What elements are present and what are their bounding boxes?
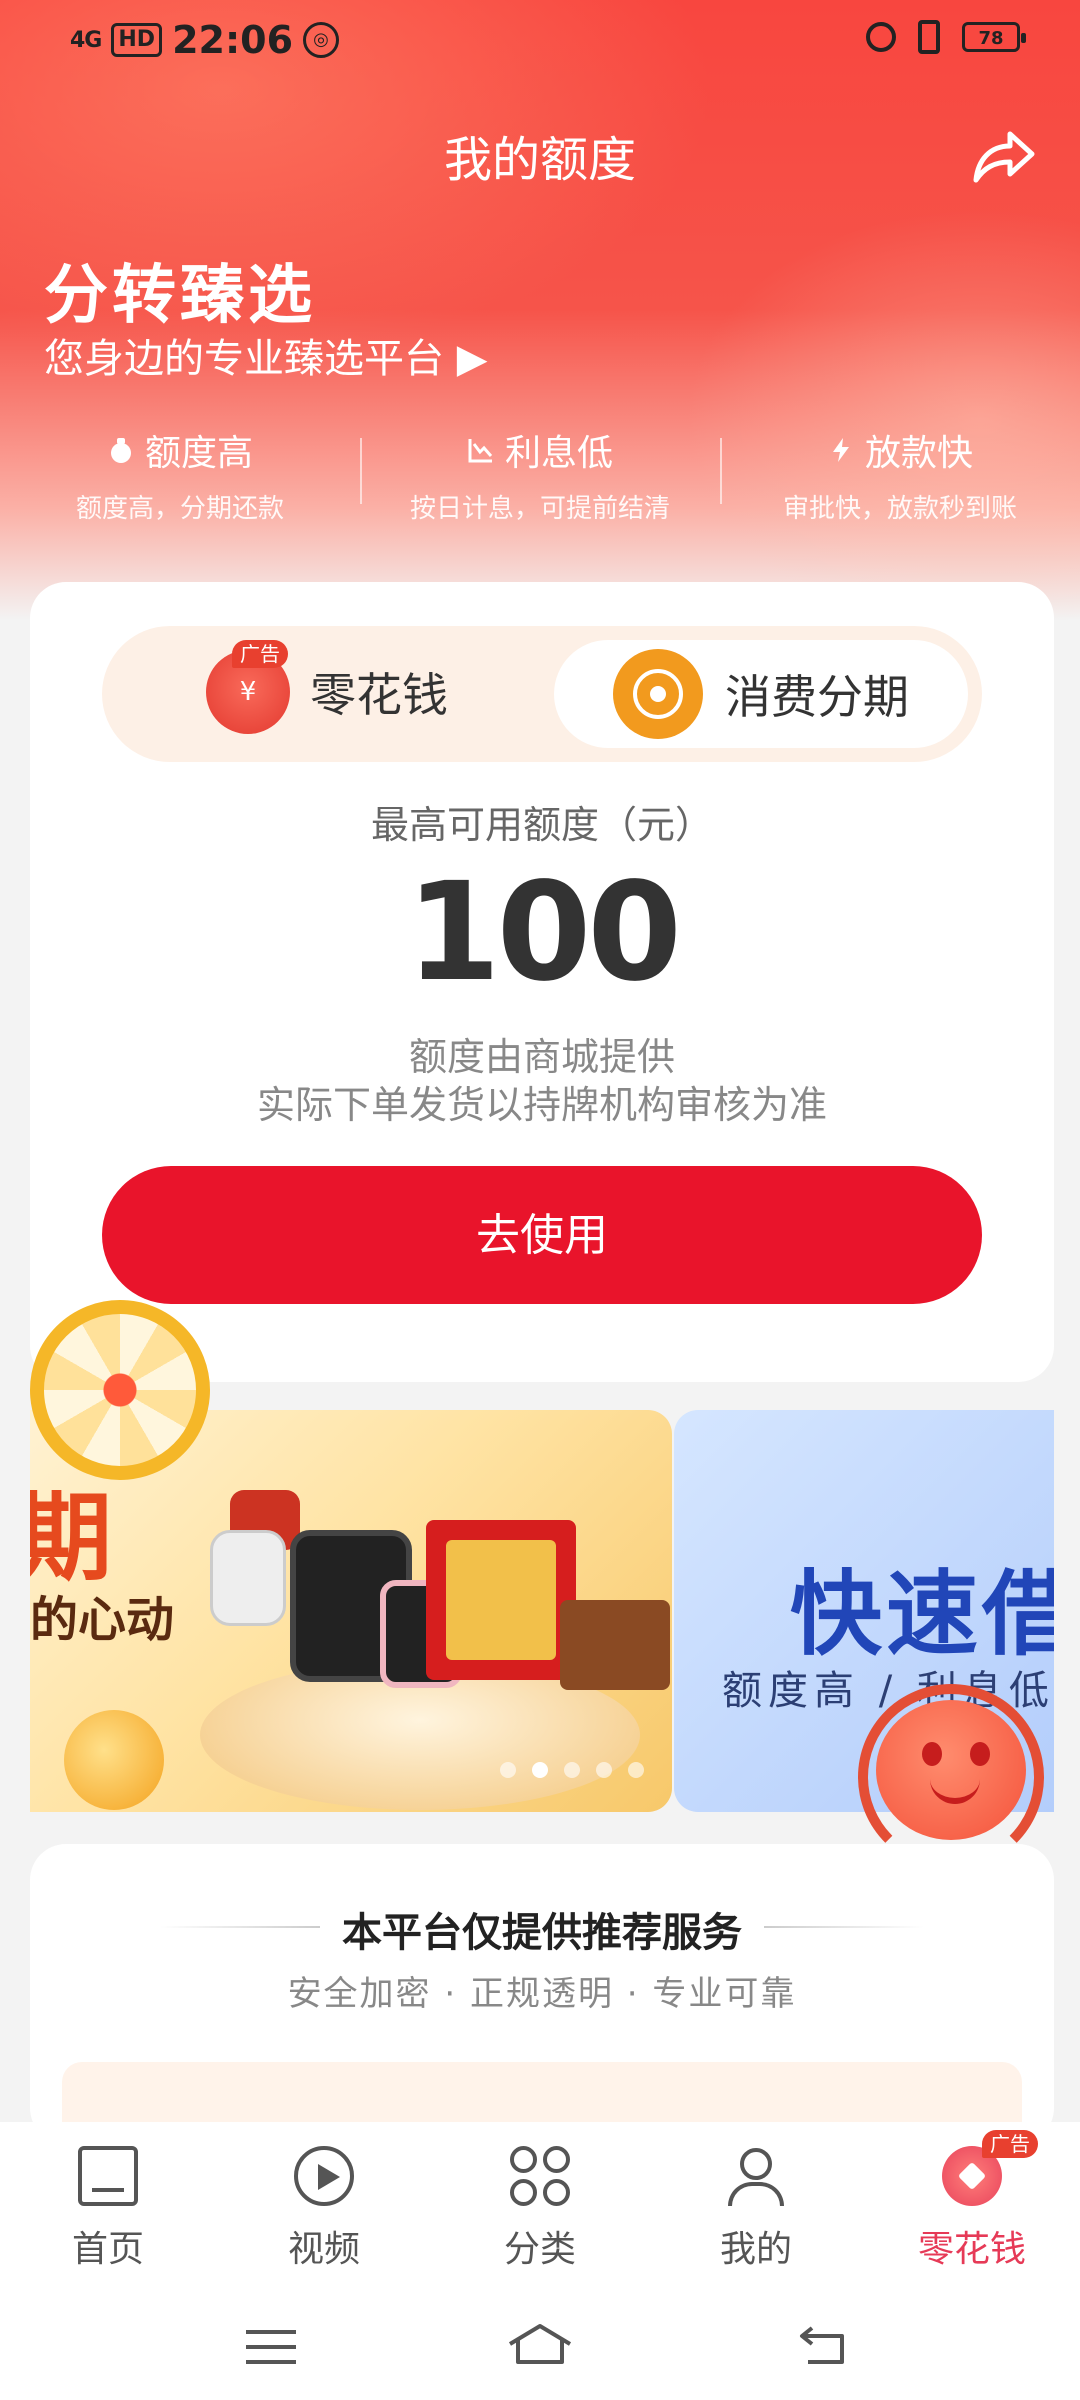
carousel-dot[interactable] (564, 1762, 580, 1778)
limit-disclaimer: 实际下单发货以持牌机构审核为准 (256, 1083, 827, 1127)
nav-me[interactable]: 我的 (648, 2122, 864, 2292)
earbuds-product-icon (210, 1530, 286, 1626)
carousel-dot[interactable] (596, 1762, 612, 1778)
customer-service-mascot-icon[interactable] (852, 1672, 1052, 1872)
tab-installment[interactable]: 消费分期 (554, 640, 968, 748)
carousel-dot[interactable] (628, 1762, 644, 1778)
limit-label: 最高可用额度（元） (370, 803, 713, 847)
ad-badge: 广告 (982, 2130, 1038, 2158)
tab-pocket-money[interactable]: ¥ 广告 零花钱 (206, 640, 448, 734)
nav-home[interactable]: 首页 (0, 2122, 216, 2292)
carousel-dot-active[interactable] (532, 1762, 548, 1778)
coin-icon (64, 1710, 164, 1810)
share-icon[interactable] (972, 128, 1036, 184)
ad-badge: 广告 (232, 640, 288, 668)
limit-value: 100 (406, 854, 682, 1012)
banner-text: 的心动 (30, 1592, 175, 1648)
status-time: 22:06 (172, 18, 294, 62)
banner-headline: 期 (30, 1482, 112, 1594)
category-grid-icon (510, 2146, 570, 2206)
prize-wheel-icon[interactable] (30, 1300, 210, 1480)
nav-video[interactable]: 视频 (216, 2122, 432, 2292)
home-outline-icon[interactable] (506, 2322, 574, 2366)
video-play-icon (294, 2146, 354, 2206)
nav-pocket-money[interactable]: 广告 零花钱 (864, 2122, 1080, 2292)
menu-icon[interactable] (246, 2330, 296, 2364)
nav-label: 零花钱 (917, 2229, 1026, 2270)
feature-desc: 额度高，分期还款 (75, 494, 284, 524)
bottom-nav: 首页 视频 分类 我的 广告 零花钱 (0, 2122, 1080, 2292)
vibrate-icon (918, 20, 940, 54)
carousel-dot[interactable] (500, 1762, 516, 1778)
gift-box-icon (560, 1600, 670, 1690)
nav-label: 首页 (71, 2229, 144, 2270)
feature-title: 放款快 (864, 433, 973, 474)
credit-limit-card: ¥ 广告 零花钱 消费分期 最高可用额度（元） 100 额度由商城提供 实际下单… (30, 582, 1054, 1382)
nav-label: 视频 (287, 2229, 360, 2270)
product-toggle: ¥ 广告 零花钱 消费分期 (102, 626, 982, 762)
status-bar: 4G HD 22:06 ◎ 78 (0, 0, 1080, 80)
target-icon (613, 649, 703, 739)
battery-indicator: 78 (962, 22, 1026, 52)
hd-indicator: HD (111, 23, 163, 57)
feature-low-interest: 利息低 按日计息，可提前结清 (360, 424, 720, 524)
gold-gift-box-icon (426, 1520, 576, 1680)
system-nav-bar (0, 2292, 1080, 2400)
feature-title: 额度高 (144, 433, 253, 474)
tab-label: 消费分期 (725, 670, 909, 724)
nav-label: 分类 (503, 2229, 576, 2270)
feature-high-limit: 额度高 额度高，分期还款 (0, 424, 360, 524)
home-icon (78, 2146, 138, 2206)
nav-label: 我的 (719, 2229, 792, 2270)
feature-title: 利息低 (504, 433, 613, 474)
moneybag-icon (110, 438, 131, 463)
banner-headline: 快速借 (790, 1561, 1054, 1668)
signal-indicator: 4G (70, 27, 102, 53)
pocket-money-logo-icon: ¥ 广告 (206, 640, 290, 734)
back-icon[interactable] (798, 2322, 848, 2368)
feature-desc: 审批快，放款秒到账 (782, 494, 1017, 524)
limit-note: 额度由商城提供 (408, 1035, 675, 1079)
lightning-icon (832, 438, 849, 462)
tab-label: 零花钱 (310, 668, 448, 722)
recommendation-title: 本平台仅提供推荐服务 (342, 1910, 742, 1956)
user-icon (726, 2146, 786, 2206)
notification-icon: ◎ (303, 22, 340, 58)
nav-category[interactable]: 分类 (432, 2122, 648, 2292)
recommendation-card: 本平台仅提供推荐服务 安全加密 · 正规透明 · 专业可靠 (30, 1844, 1054, 2162)
feature-desc: 按日计息，可提前结清 (409, 494, 670, 524)
carousel-dots (500, 1762, 644, 1778)
use-button[interactable]: 去使用 (102, 1166, 982, 1304)
feature-row: 额度高 额度高，分期还款 利息低 按日计息，可提前结清 放款快 审批快，放款秒到… (0, 424, 1080, 524)
feature-fast-loan: 放款快 审批快，放款秒到账 (720, 424, 1080, 524)
brand-subtitle[interactable]: 您身边的专业臻选平台 ▶ (44, 326, 487, 384)
brand-title: 分转臻选 (44, 259, 316, 333)
page-title: 我的额度 (443, 132, 636, 188)
recommendation-subtitle: 安全加密 · 正规透明 · 专业可靠 (287, 1974, 797, 2014)
alarm-icon (866, 22, 896, 52)
chart-down-icon (468, 439, 493, 463)
